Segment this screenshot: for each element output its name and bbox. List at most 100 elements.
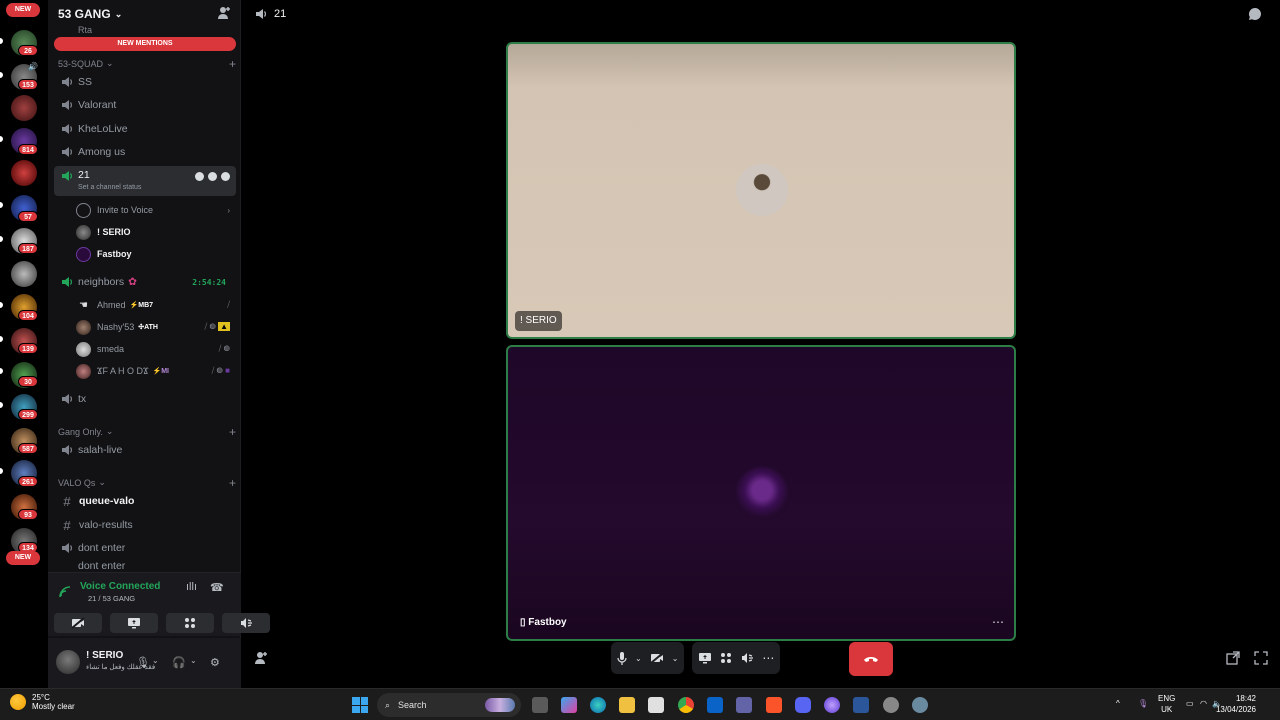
activities-icon[interactable] (720, 652, 732, 664)
microphone-icon[interactable]: 🎙 (1138, 698, 1148, 709)
taskbar-search[interactable]: ⌕ Search (377, 693, 521, 717)
add-person-icon[interactable] (254, 651, 268, 665)
server-icon[interactable] (11, 261, 37, 287)
voice-user[interactable]: smeda ⧸ ◍ (76, 339, 236, 359)
video-tile[interactable]: ▯ Fastboy ⋯ (506, 345, 1016, 641)
category-label: VALO Qs (58, 477, 96, 488)
wifi-icon[interactable]: ◠ (1200, 698, 1207, 709)
sound-waves-icon[interactable]: ıllı (186, 581, 200, 595)
text-channel-queue-valo[interactable]: # queue-valo (54, 490, 236, 512)
chevron-down-icon[interactable]: ⌄ (152, 656, 159, 665)
start-button[interactable] (352, 697, 368, 713)
server-icon[interactable] (11, 95, 37, 121)
voice-channel-khelolive[interactable]: KheLoLive (54, 118, 236, 140)
voice-user[interactable]: Fastboy (76, 244, 236, 264)
file-explorer-icon[interactable] (619, 697, 635, 713)
display-icon[interactable]: ▭ (1186, 698, 1194, 709)
guild-header[interactable]: 53 GANG ⌄ (48, 0, 241, 28)
server-icon[interactable] (11, 160, 37, 186)
call-channel-name: 21 (274, 8, 287, 20)
chevron-down-icon[interactable]: ⌄ (672, 654, 679, 663)
category-gang-only[interactable]: Gang Only. ⌄ + (58, 425, 236, 439)
text-channel-valo-results[interactable]: # valo-results (54, 514, 236, 536)
chat-icon[interactable] (195, 172, 204, 181)
add-channel-icon[interactable]: + (229, 57, 236, 71)
chat-icon[interactable] (1248, 7, 1262, 21)
activities-button[interactable] (166, 613, 214, 633)
soundboard-icon[interactable] (740, 652, 754, 664)
app-icon[interactable] (824, 697, 840, 713)
discord-icon[interactable] (795, 697, 811, 713)
fullscreen-icon[interactable] (1254, 651, 1268, 665)
task-view-icon[interactable] (532, 697, 548, 713)
voice-user[interactable]: Nashy'53 ✣ATH ⧸ ◍ ▲ (76, 317, 236, 337)
store-icon[interactable] (648, 697, 664, 713)
category-valo-qs[interactable]: VALO Qs ⌄ + (58, 476, 236, 490)
edge-icon[interactable] (590, 697, 606, 713)
speaker-icon (62, 124, 73, 134)
word-icon[interactable] (853, 697, 869, 713)
microphone-icon[interactable] (617, 651, 627, 665)
new-mentions-banner[interactable]: NEW MENTIONS (54, 37, 236, 51)
headphones-icon[interactable]: 🎧 (172, 656, 186, 669)
user-avatar[interactable] (56, 650, 80, 674)
cursor-avatar: ☚ (76, 297, 91, 313)
voice-channel-dont-enter[interactable]: dont enter (54, 537, 236, 559)
camera-off-button[interactable] (54, 613, 102, 633)
chevron-up-icon[interactable]: ^ (1116, 698, 1120, 709)
add-channel-icon[interactable]: + (229, 476, 236, 490)
soundboard-button[interactable] (222, 613, 270, 633)
add-channel-icon[interactable]: + (229, 425, 236, 439)
screen-share-icon[interactable] (698, 652, 712, 664)
popout-icon[interactable] (1226, 651, 1240, 665)
clock[interactable]: 18:42 13/04/2026 (1216, 693, 1256, 715)
invite-icon[interactable] (208, 172, 217, 181)
video-tile[interactable]: ! SERIO (506, 42, 1016, 339)
chrome-icon[interactable] (678, 697, 694, 713)
signal-icon[interactable] (58, 585, 72, 599)
channel-cut[interactable]: Rta (78, 25, 92, 35)
avatar (76, 246, 91, 262)
teams-icon[interactable] (736, 697, 752, 713)
chevron-down-icon[interactable]: ⌄ (190, 656, 197, 665)
gear-icon[interactable] (221, 172, 230, 181)
voice-user[interactable]: ϪF A H O DϪ ⚡MI ⧸ ◍ ■ (76, 361, 236, 381)
voice-status[interactable]: Voice Connected (80, 581, 160, 592)
more-icon[interactable]: ⋯ (992, 615, 1004, 629)
voice-channel-among-us[interactable]: Among us (54, 141, 236, 163)
voice-channel-tx[interactable]: tx (54, 388, 236, 410)
voice-channel-neighbors[interactable]: neighbors ✿ 2:54:24 (54, 271, 236, 293)
invite-to-voice[interactable]: Invite to Voice › (76, 200, 236, 220)
gear-icon[interactable]: ⚙ (210, 656, 220, 669)
disconnect-icon[interactable]: ☎ (210, 581, 224, 595)
copilot-icon[interactable] (561, 697, 577, 713)
voice-channel-salah-live[interactable]: salah-live (54, 439, 236, 461)
voice-user[interactable]: ☚ Ahmed ⚡MB7 ⧸ (76, 295, 236, 315)
user-name[interactable]: ! SERIO (86, 650, 123, 661)
chevron-down-icon[interactable]: ⌄ (635, 654, 642, 663)
voice-channel-21[interactable]: 21 Set a channel status (54, 166, 236, 196)
voice-location[interactable]: 21 / 53 GANG (88, 594, 135, 603)
microphone-icon[interactable]: 🎙 (136, 656, 150, 669)
search-label: Search (398, 700, 427, 710)
camera-off-icon[interactable] (650, 652, 664, 664)
category-53-squad[interactable]: 53-SQUAD ⌄ + (58, 57, 236, 71)
more-icon[interactable]: ⋯ (762, 651, 774, 665)
disconnect-button[interactable] (849, 642, 893, 676)
voice-channel-ss[interactable]: SS (54, 71, 236, 93)
weather-widget[interactable]: 25°C Mostly clear (10, 693, 75, 711)
voice-user[interactable]: ! SERIO (76, 222, 236, 242)
language-indicator[interactable]: ENG UK (1158, 693, 1175, 715)
app-icon[interactable] (883, 697, 899, 713)
add-member-icon[interactable] (217, 6, 231, 20)
channel-status-label[interactable]: Set a channel status (78, 184, 141, 191)
screen-share-button[interactable] (110, 613, 158, 633)
brave-icon[interactable] (766, 697, 782, 713)
outlook-icon[interactable] (707, 697, 723, 713)
settings-icon[interactable] (912, 697, 928, 713)
voice-channel-valorant[interactable]: Valorant (54, 94, 236, 116)
voice-channel-dont-enter-2[interactable]: dont enter (54, 560, 236, 572)
control-group-av: ⌄ ⌄ (611, 642, 685, 674)
new-badge-top[interactable]: NEW (6, 3, 40, 17)
new-badge-bottom[interactable]: NEW (6, 551, 40, 565)
